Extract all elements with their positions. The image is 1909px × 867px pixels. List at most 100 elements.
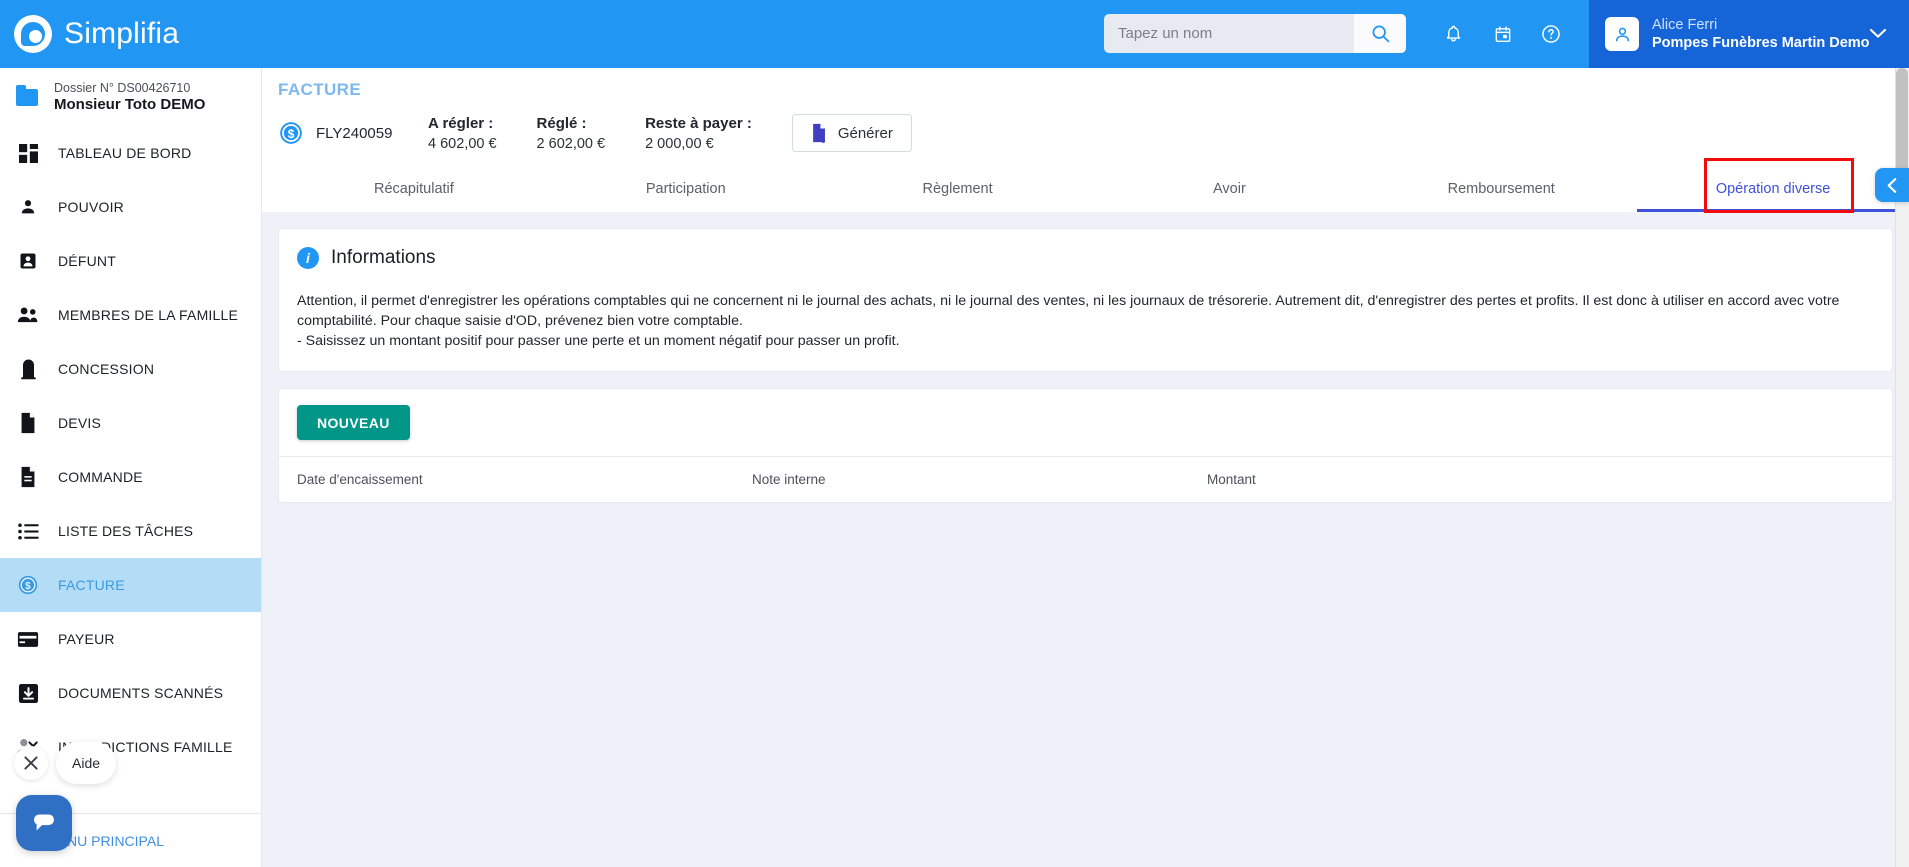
search-icon — [1372, 25, 1389, 43]
help-button[interactable] — [1535, 18, 1567, 50]
badge-person-icon — [16, 249, 40, 273]
chat-launcher-button[interactable] — [16, 795, 72, 851]
coin-dollar-icon: $ — [278, 120, 304, 146]
coin-dollar-icon: $ — [16, 573, 40, 597]
main-content: FACTURE $ FLY240059 A régler : 4 602,00 … — [262, 68, 1909, 867]
list-icon — [16, 519, 40, 543]
svg-text:$: $ — [288, 127, 295, 141]
amount-reste-a-payer: Reste à payer : 2 000,00 € — [645, 115, 752, 152]
document-icon — [16, 411, 40, 435]
generate-button[interactable]: Générer — [791, 114, 912, 152]
search-box[interactable] — [1104, 14, 1406, 53]
dossier-number: Dossier N° DS00426710 — [54, 81, 191, 95]
avatar — [1605, 17, 1639, 51]
sidebar-item-label: COMMANDE — [58, 469, 143, 485]
tab-reglement[interactable]: Règlement — [822, 166, 1094, 212]
close-icon — [24, 756, 38, 770]
sidebar-dossier-header[interactable]: Dossier N° DS00426710 Monsieur Toto DEMO — [0, 68, 261, 126]
dossier-name: Monsieur Toto DEMO — [54, 96, 206, 113]
notifications-bell-icon — [1446, 25, 1460, 42]
sidebar-item-commande[interactable]: COMMANDE — [0, 450, 261, 504]
tab-remboursement[interactable]: Remboursement — [1365, 166, 1637, 212]
chat-close-button[interactable] — [14, 746, 48, 780]
table-toolbar: NOUVEAU — [279, 389, 1892, 456]
calendar-icon — [1495, 25, 1511, 42]
dashboard-icon — [16, 141, 40, 165]
nouveau-button[interactable]: NOUVEAU — [297, 405, 410, 441]
tab-label: Règlement — [922, 181, 993, 197]
document-lines-icon — [16, 465, 40, 489]
user-menu-caret[interactable] — [1869, 26, 1887, 44]
sidebar-item-facture[interactable]: $ FACTURE — [0, 558, 261, 612]
informations-panel-body: Attention, il permet d'enregistrer les o… — [297, 291, 1872, 351]
sidebar-item-label: CONCESSION — [58, 361, 155, 377]
user-avatar-icon — [1615, 27, 1629, 41]
chevron-down-icon — [1869, 28, 1887, 38]
sidebar-item-defunt[interactable]: DÉFUNT — [0, 234, 261, 288]
tab-avoir[interactable]: Avoir — [1093, 166, 1365, 212]
tab-recapitulatif[interactable]: Récapitulatif — [278, 166, 550, 212]
amount-label: Reste à payer : — [645, 114, 752, 132]
search-button[interactable] — [1354, 14, 1406, 53]
sidebar-item-label: DÉFUNT — [58, 253, 116, 269]
chat-tooltip-label: Aide — [72, 755, 101, 771]
sidebar-item-label: MEMBRES DE LA FAMILLE — [58, 307, 239, 323]
amount-value: 4 602,00 € — [428, 135, 497, 152]
informations-paragraph-1: Attention, il permet d'enregistrer les o… — [297, 293, 1840, 330]
help-circle-icon — [1542, 25, 1560, 43]
sidebar-item-pouvoir[interactable]: POUVOIR — [0, 180, 261, 234]
download-box-icon — [16, 681, 40, 705]
amount-value: 2 000,00 € — [645, 135, 714, 152]
tab-participation[interactable]: Participation — [550, 166, 822, 212]
invoice-identifier: $ FLY240059 — [278, 120, 428, 146]
sidebar-item-label: POUVOIR — [58, 199, 124, 215]
column-header-date-encaissement[interactable]: Date d'encaissement — [297, 472, 752, 487]
sidebar-item-label: LISTE DES TÂCHES — [58, 523, 194, 539]
sidebar-item-label: DEVIS — [58, 415, 102, 431]
sidebar-item-tableau-de-bord[interactable]: TABLEAU DE BORD — [0, 126, 261, 180]
tab-label: Opération diverse — [1715, 181, 1831, 197]
search-input[interactable] — [1104, 25, 1354, 42]
file-generate-icon — [812, 123, 826, 143]
top-navigation-bar: Simplifia Tapez un nom Alice Ferri Pompe… — [0, 0, 1909, 68]
people-group-icon — [16, 303, 40, 327]
amount-value: 2 602,00 € — [536, 135, 606, 152]
column-header-note-interne[interactable]: Note interne — [752, 472, 1207, 487]
sidebar-item-label: FACTURE — [58, 577, 125, 593]
credit-card-icon — [16, 627, 40, 651]
user-info: Alice Ferri Pompes Funèbres Martin Demo — [1652, 16, 1870, 52]
invoice-number: FLY240059 — [316, 124, 393, 142]
brand-name: Simplifia — [64, 17, 180, 50]
calendar-button[interactable] — [1487, 18, 1519, 50]
page-title: FACTURE — [278, 80, 362, 99]
sidebar-item-liste-des-taches[interactable]: LISTE DES TÂCHES — [0, 504, 261, 558]
tab-operation-diverse[interactable]: Opération diverse — [1637, 166, 1909, 212]
operations-table-card: NOUVEAU Date d'encaissement Note interne… — [278, 388, 1893, 504]
sidebar-item-documents-scannes[interactable]: DOCUMENTS SCANNÉS — [0, 666, 261, 720]
column-header-montant[interactable]: Montant — [1207, 472, 1874, 487]
notifications-bell-button[interactable] — [1437, 18, 1469, 50]
sidebar-item-label: TABLEAU DE BORD — [58, 145, 192, 161]
amount-label: Réglé : — [536, 114, 587, 132]
tombstone-icon — [16, 357, 40, 381]
user-profile-menu[interactable]: Alice Ferri Pompes Funèbres Martin Demo — [1589, 0, 1909, 68]
person-icon — [16, 195, 40, 219]
invoice-summary: $ FLY240059 A régler : 4 602,00 € Réglé … — [278, 100, 1909, 166]
invoice-header: FACTURE $ FLY240059 A régler : 4 602,00 … — [262, 68, 1909, 213]
sidebar-item-concession[interactable]: CONCESSION — [0, 342, 261, 396]
sidebar: Dossier N° DS00426710 Monsieur Toto DEMO… — [0, 68, 262, 867]
sidebar-item-membres-de-la-famille[interactable]: MEMBRES DE LA FAMILLE — [0, 288, 261, 342]
collapse-panel-button[interactable] — [1875, 168, 1909, 202]
sidebar-item-devis[interactable]: DEVIS — [0, 396, 261, 450]
informations-panel: i Informations Attention, il permet d'en… — [278, 228, 1893, 373]
tab-label: Récapitulatif — [374, 181, 454, 197]
informations-panel-title: Informations — [331, 247, 436, 268]
brand-logo-area[interactable]: Simplifia — [0, 15, 262, 53]
chat-help-tooltip[interactable]: Aide — [56, 742, 117, 784]
invoice-tabs: Récapitulatif Participation Règlement Av… — [278, 158, 1909, 213]
sidebar-item-payeur[interactable]: PAYEUR — [0, 612, 261, 666]
sidebar-item-label: PAYEUR — [58, 631, 115, 647]
svg-text:$: $ — [25, 581, 31, 592]
informations-paragraph-2: - Saisissez un montant positif pour pass… — [297, 333, 900, 350]
amount-regle: Réglé : 2 602,00 € — [537, 115, 606, 152]
